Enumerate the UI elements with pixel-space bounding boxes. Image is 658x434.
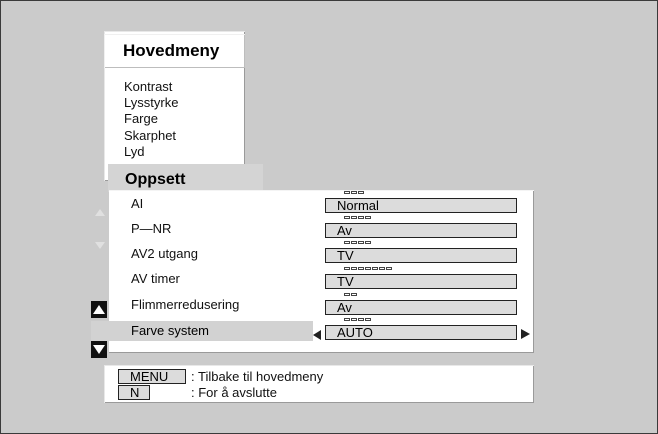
main-menu-title: Hovedmeny: [104, 34, 245, 68]
main-menu-item-contrast[interactable]: Kontrast: [124, 80, 172, 94]
option-indicator: [344, 191, 364, 195]
option-indicator: [344, 216, 371, 220]
setting-value-ai[interactable]: Normal: [325, 198, 517, 213]
setting-label-p-nr[interactable]: P—NR: [131, 221, 171, 237]
setup-tab-label: Oppsett: [125, 171, 186, 188]
tv-osd-screen: Hovedmeny Kontrast Lysstyrke Farge Skarp…: [0, 0, 658, 434]
scroll-down-button[interactable]: [91, 341, 107, 358]
main-menu-item-brightness[interactable]: Lysstyrke: [124, 96, 178, 110]
option-indicator: [344, 293, 357, 297]
main-menu-item-sharpness[interactable]: Skarphet: [124, 129, 176, 143]
option-indicator: [344, 267, 392, 271]
menu-key-hint: : Tilbake til hovedmeny: [191, 369, 324, 384]
main-menu-panel: Hovedmeny Kontrast Lysstyrke Farge Skarp…: [104, 31, 245, 181]
faded-up-arrow-icon: [95, 209, 105, 216]
setting-value-p-nr[interactable]: Av: [325, 223, 517, 238]
menu-key[interactable]: MENU: [118, 369, 186, 384]
triangle-up-icon: [93, 305, 105, 314]
option-indicator: [344, 241, 371, 245]
option-indicator: [344, 318, 371, 322]
main-menu-item-color[interactable]: Farge: [124, 112, 158, 126]
main-menu-item-sound[interactable]: Lyd: [124, 145, 144, 159]
setting-label-ai[interactable]: AI: [131, 196, 143, 212]
triangle-down-icon: [93, 345, 105, 354]
setting-value-flicker-reduction[interactable]: Av: [325, 300, 517, 315]
scroll-up-button[interactable]: [91, 301, 107, 318]
faded-down-arrow-icon: [95, 242, 105, 249]
triangle-right-icon[interactable]: [521, 329, 530, 339]
setting-value-av-timer[interactable]: TV: [325, 274, 517, 289]
n-key-hint: : For å avslutte: [191, 385, 277, 400]
setting-label-flicker-reduction[interactable]: Flimmerredusering: [131, 297, 239, 313]
n-key[interactable]: N: [118, 385, 150, 400]
setting-value-color-system[interactable]: AUTO: [325, 325, 517, 340]
help-panel: MENU : Tilbake til hovedmeny N : For å a…: [104, 365, 534, 403]
setting-label-color-system[interactable]: Farve system: [131, 323, 209, 339]
triangle-left-icon[interactable]: [313, 330, 321, 340]
setting-label-av-timer[interactable]: AV timer: [131, 271, 180, 287]
setting-value-av2-output[interactable]: TV: [325, 248, 517, 263]
setting-label-av2-output[interactable]: AV2 utgang: [131, 246, 198, 262]
